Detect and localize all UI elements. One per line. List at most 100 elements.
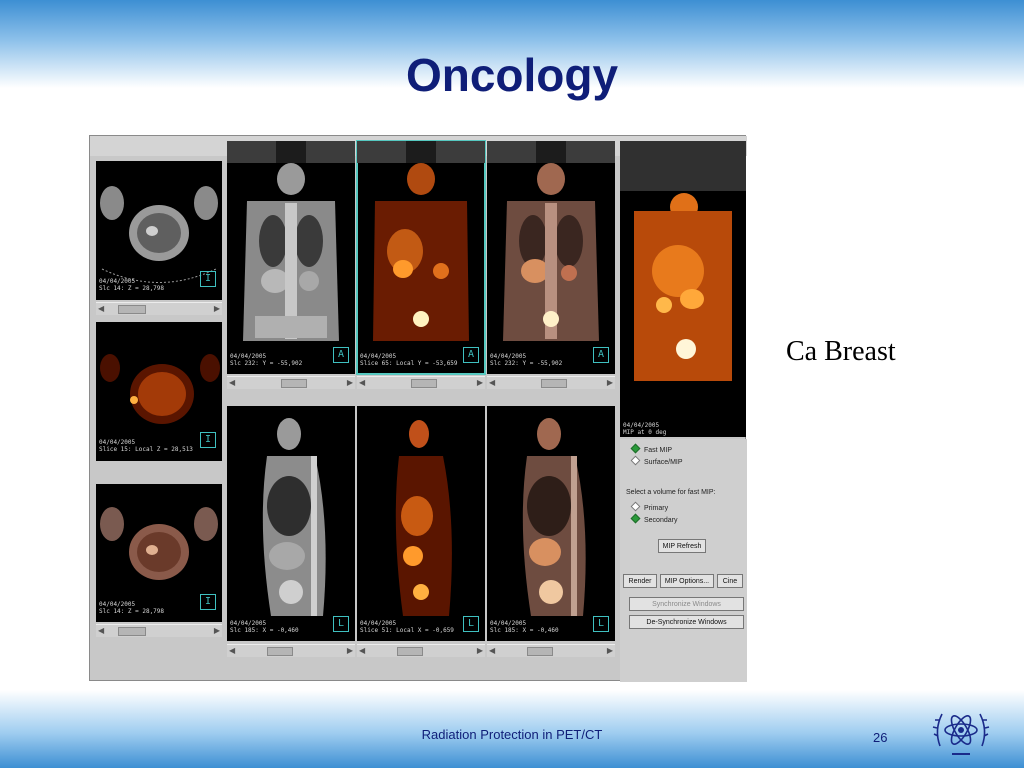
scroll-left-icon[interactable]: ◀: [359, 377, 365, 389]
axial-ct-date: 04/04/2005: [99, 278, 136, 285]
orientation-marker[interactable]: L: [333, 616, 349, 632]
coronal-pet-slice: Slice 65: Local Y = -53,659: [360, 360, 458, 367]
coronal-ct-scrollbar[interactable]: ◀ ▶: [227, 376, 355, 389]
sagittal-fused-viewport[interactable]: L 04/04/2005 Slc 185: X = -0,460: [487, 406, 615, 641]
scroll-left-icon[interactable]: ◀: [229, 645, 235, 657]
sagittal-ct-image: [262, 418, 326, 616]
scroll-thumb[interactable]: [527, 647, 553, 656]
sagittal-pet-slice: Slice 51: Local X = -0,659: [360, 627, 454, 634]
synchronize-windows-button[interactable]: Synchronize Windows: [629, 597, 744, 611]
scroll-thumb[interactable]: [118, 627, 146, 636]
pet-ct-viewer-window: I 04/04/2005 Slc 14: Z = 28,798 ◀ ▶ I 04…: [89, 135, 747, 682]
scroll-right-icon[interactable]: ▶: [477, 377, 483, 389]
orientation-marker[interactable]: A: [463, 347, 479, 363]
axial-fused-slice: Slc 14: Z = 28,798: [99, 608, 165, 615]
coronal-pet-date: 04/04/2005: [360, 353, 397, 360]
axial-ct-slice: Slc 14: Z = 28,798: [99, 285, 165, 292]
primary-radio[interactable]: Primary: [630, 501, 669, 512]
orientation-marker[interactable]: A: [333, 347, 349, 363]
orientation-marker[interactable]: I: [200, 594, 216, 610]
coronal-ct-image: [227, 163, 355, 374]
viewport-header: [487, 141, 615, 163]
radio-selected-icon: [630, 513, 641, 524]
footer-text: Radiation Protection in PET/CT: [421, 727, 603, 742]
scroll-thumb[interactable]: [541, 379, 567, 388]
scroll-thumb[interactable]: [411, 379, 437, 388]
render-button[interactable]: Render: [623, 574, 657, 588]
page-number: 26: [873, 730, 888, 745]
primary-label: Primary: [644, 505, 669, 512]
scroll-right-icon[interactable]: ▶: [607, 377, 613, 389]
axial-pet-viewport[interactable]: I 04/04/2005 Slice 15: Local Z = 28,513: [96, 322, 222, 461]
sagittal-fused-scrollbar[interactable]: ◀ ▶: [487, 644, 615, 657]
axial-fused-date: 04/04/2005: [99, 601, 136, 608]
slide-title: Oncology: [405, 49, 619, 101]
mip-refresh-button[interactable]: MIP Refresh: [658, 539, 706, 553]
orientation-marker[interactable]: L: [593, 616, 609, 632]
fast-mip-radio[interactable]: Fast MIP: [630, 443, 673, 454]
scroll-right-icon[interactable]: ▶: [214, 303, 220, 315]
iaea-logo-icon: [932, 713, 990, 755]
coronal-pet-image: [357, 163, 485, 374]
orientation-marker[interactable]: L: [463, 616, 479, 632]
scroll-thumb[interactable]: [397, 647, 423, 656]
viewport-header: [357, 141, 485, 163]
sagittal-pet-viewport[interactable]: L 04/04/2005 Slice 51: Local X = -0,659: [357, 406, 485, 641]
secondary-label: Secondary: [644, 517, 678, 524]
sagittal-fused-slice: Slc 185: X = -0,460: [490, 627, 559, 634]
scroll-right-icon[interactable]: ▶: [607, 645, 613, 657]
scroll-right-icon[interactable]: ▶: [347, 377, 353, 389]
scroll-left-icon[interactable]: ◀: [489, 645, 495, 657]
mip-viewport[interactable]: 04/04/2005 MIP at 0 deg: [620, 141, 746, 437]
cine-button[interactable]: Cine: [717, 574, 743, 588]
axial-pet-slice: Slice 15: Local Z = 28,513: [99, 446, 193, 453]
scroll-right-icon[interactable]: ▶: [347, 645, 353, 657]
scroll-left-icon[interactable]: ◀: [489, 377, 495, 389]
scroll-right-icon[interactable]: ▶: [477, 645, 483, 657]
coronal-fused-scrollbar[interactable]: ◀ ▶: [487, 376, 615, 389]
radio-unselected-icon: [630, 455, 641, 466]
slide-caption: Ca Breast: [786, 336, 896, 367]
scroll-right-icon[interactable]: ▶: [214, 625, 220, 637]
axial-fused-scrollbar[interactable]: ◀ ▶: [96, 624, 222, 637]
orientation-marker[interactable]: I: [200, 432, 216, 448]
scroll-left-icon[interactable]: ◀: [359, 645, 365, 657]
coronal-ct-slice: Slc 232: Y = -55,902: [230, 360, 303, 367]
orientation-marker[interactable]: A: [593, 347, 609, 363]
sagittal-ct-viewport[interactable]: L 04/04/2005 Slc 185: X = -0,460: [227, 406, 355, 641]
scroll-thumb[interactable]: [118, 305, 146, 314]
axial-ct-scrollbar[interactable]: ◀ ▶: [96, 302, 222, 315]
mip-options-button[interactable]: MIP Options...: [660, 574, 714, 588]
scroll-left-icon[interactable]: ◀: [98, 303, 104, 315]
axial-fused-viewport[interactable]: I 04/04/2005 Slc 14: Z = 28,798: [96, 484, 222, 622]
sagittal-pet-image: [395, 420, 452, 616]
desynchronize-windows-button[interactable]: De-Synchronize Windows: [629, 615, 744, 629]
sagittal-pet-date: 04/04/2005: [360, 620, 397, 627]
scroll-thumb[interactable]: [267, 647, 293, 656]
mip-info: MIP at 0 deg: [623, 429, 667, 436]
radio-unselected-icon: [630, 501, 641, 512]
sagittal-ct-slice: Slc 185: X = -0,460: [230, 627, 299, 634]
coronal-pet-scrollbar[interactable]: ◀ ▶: [357, 376, 485, 389]
surface-mip-label: Surface/MIP: [644, 459, 683, 466]
coronal-pet-viewport[interactable]: A 04/04/2005 Slice 65: Local Y = -53,659: [356, 140, 486, 375]
axial-pet-date: 04/04/2005: [99, 439, 136, 446]
scroll-left-icon[interactable]: ◀: [229, 377, 235, 389]
viewport-header: [227, 141, 355, 163]
sagittal-fused-image: [522, 418, 586, 616]
scroll-thumb[interactable]: [281, 379, 307, 388]
coronal-fused-image: [487, 163, 615, 374]
surface-mip-radio[interactable]: Surface/MIP: [630, 455, 683, 466]
axial-ct-viewport[interactable]: I 04/04/2005 Slc 14: Z = 28,798: [96, 161, 222, 300]
coronal-fused-viewport[interactable]: A 04/04/2005 Slc 232: Y = -55,902: [487, 141, 615, 374]
fast-mip-label: Fast MIP: [644, 447, 673, 454]
sagittal-ct-scrollbar[interactable]: ◀ ▶: [227, 644, 355, 657]
sagittal-pet-scrollbar[interactable]: ◀ ▶: [357, 644, 485, 657]
coronal-ct-viewport[interactable]: A 04/04/2005 Slc 232: Y = -55,902: [227, 141, 355, 374]
scroll-left-icon[interactable]: ◀: [98, 625, 104, 637]
coronal-ct-date: 04/04/2005: [230, 353, 267, 360]
sagittal-fused-date: 04/04/2005: [490, 620, 527, 627]
orientation-marker[interactable]: I: [200, 271, 216, 287]
secondary-radio[interactable]: Secondary: [630, 513, 678, 524]
radio-selected-icon: [630, 443, 641, 454]
